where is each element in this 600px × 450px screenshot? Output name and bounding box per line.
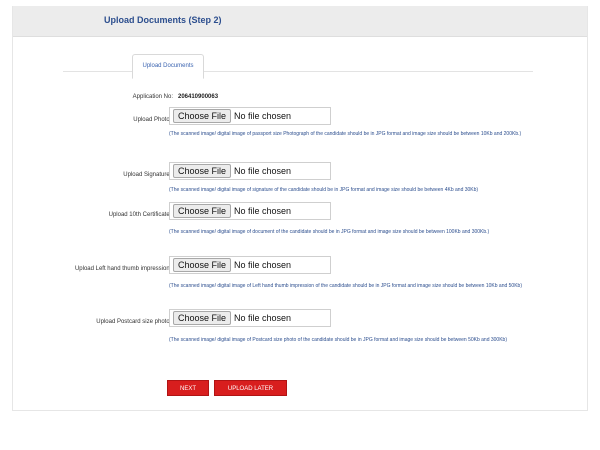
- upload-photo-label: Upload Photo :: [133, 117, 173, 123]
- choose-file-button[interactable]: Choose File: [173, 164, 232, 178]
- upload-certificate-input[interactable]: Choose File No file chosen: [169, 202, 331, 220]
- upload-signature-label: Upload Signature :: [123, 172, 173, 178]
- no-file-text: No file chosen: [234, 313, 292, 323]
- upload-postcard-input[interactable]: Choose File No file chosen: [169, 309, 331, 327]
- panel-header: Upload Documents (Step 2): [13, 6, 587, 37]
- application-no-label: Application No:: [132, 94, 173, 100]
- application-no-value: 206410900063: [178, 94, 219, 100]
- upload-postcard-label: Upload Postcard size photo :: [96, 319, 173, 325]
- choose-file-button[interactable]: Choose File: [173, 109, 232, 123]
- upload-later-button[interactable]: UPLOAD LATER: [214, 380, 287, 396]
- upload-photo-input[interactable]: Choose File No file chosen: [169, 107, 331, 125]
- page-title: Upload Documents (Step 2): [104, 15, 222, 25]
- upload-signature-hint: (The scanned image/ digital image of sig…: [169, 187, 479, 193]
- upload-thumb-label: Upload Left hand thumb impression :: [74, 266, 173, 272]
- choose-file-button[interactable]: Choose File: [173, 204, 232, 218]
- tab-upload-documents[interactable]: Upload Documents: [132, 54, 204, 79]
- upload-postcard-hint: (The scanned image/ digital image of Pos…: [169, 337, 507, 343]
- upload-panel: Upload Documents (Step 2) Upload Documen…: [12, 6, 588, 411]
- upload-photo-hint: (The scanned image/ digital image of pas…: [169, 131, 522, 137]
- upload-signature-input[interactable]: Choose File No file chosen: [169, 162, 331, 180]
- no-file-text: No file chosen: [234, 206, 292, 216]
- upload-certificate-hint: (The scanned image/ digital image of doc…: [169, 229, 490, 235]
- next-button[interactable]: NEXT: [167, 380, 209, 396]
- no-file-text: No file chosen: [234, 166, 292, 176]
- upload-thumb-hint: (The scanned image/ digital image of Lef…: [169, 283, 522, 289]
- no-file-text: No file chosen: [234, 260, 292, 270]
- upload-certificate-label: Upload 10th Certificate :: [108, 212, 173, 218]
- no-file-text: No file chosen: [234, 111, 292, 121]
- choose-file-button[interactable]: Choose File: [173, 311, 232, 325]
- choose-file-button[interactable]: Choose File: [173, 258, 232, 272]
- upload-thumb-input[interactable]: Choose File No file chosen: [169, 256, 331, 274]
